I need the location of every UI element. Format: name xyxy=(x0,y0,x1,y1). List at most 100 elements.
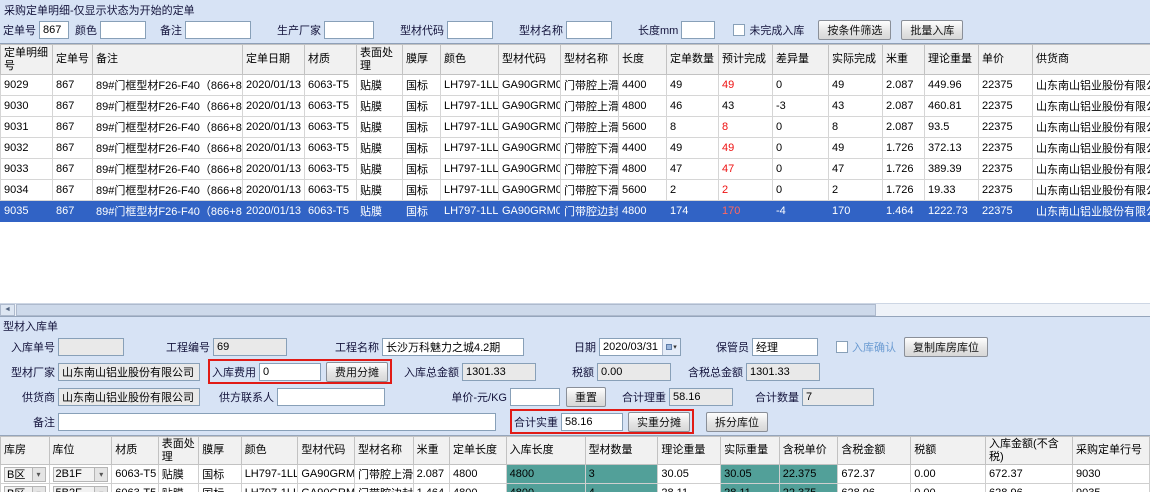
unit-price-input[interactable] xyxy=(510,388,560,406)
column-header[interactable]: 型材代码 xyxy=(298,437,355,465)
actual-weight-split-button[interactable]: 实重分摊 xyxy=(628,412,690,432)
reset-button[interactable]: 重置 xyxy=(566,387,606,407)
cell[interactable]: B区▾ xyxy=(1,484,50,492)
cell[interactable]: 30.05 xyxy=(658,465,721,484)
column-header[interactable]: 预计完成 xyxy=(719,45,773,75)
column-header[interactable]: 定单明细号 xyxy=(1,45,53,75)
cell[interactable]: 49 xyxy=(719,138,773,159)
inbound-confirm-checkbox[interactable] xyxy=(836,341,848,353)
column-header[interactable]: 型材数量 xyxy=(585,437,658,465)
supplier-contact-input[interactable] xyxy=(277,388,385,406)
cell[interactable]: 22375 xyxy=(979,180,1033,201)
cell[interactable]: 2020/01/13 xyxy=(243,117,305,138)
cell[interactable]: GA90GRM03 xyxy=(499,96,561,117)
filter-by-condition-button[interactable]: 按条件筛选 xyxy=(818,20,891,40)
cell[interactable]: 1.464 xyxy=(413,484,449,492)
cell[interactable]: 4 xyxy=(585,484,658,492)
cell[interactable]: 国标 xyxy=(403,75,441,96)
order-no-input[interactable] xyxy=(39,21,69,39)
cell[interactable]: GA90GRM04 xyxy=(499,138,561,159)
cell[interactable]: 山东南山铝业股份有限公司 xyxy=(1033,117,1150,138)
cell[interactable]: 4800 xyxy=(619,201,667,222)
cell[interactable]: 贴膜 xyxy=(357,75,403,96)
combo-select[interactable]: 2B1F▾ xyxy=(53,467,109,482)
cell[interactable]: 8 xyxy=(719,117,773,138)
cell[interactable]: 89#门框型材F26-F40（866+867） xyxy=(93,138,243,159)
table-row[interactable]: B区▾2B1F▾6063-T5贴膜国标LH797-1LL0GA90GRM03门带… xyxy=(1,465,1150,484)
cell[interactable]: 49 xyxy=(667,138,719,159)
cell[interactable]: B区▾ xyxy=(1,465,50,484)
cell[interactable]: 4800 xyxy=(619,96,667,117)
cell[interactable]: 山东南山铝业股份有限公司 xyxy=(1033,138,1150,159)
cell[interactable]: 9034 xyxy=(1,180,53,201)
column-header[interactable]: 型材名称 xyxy=(354,437,413,465)
chevron-down-icon[interactable]: ▾ xyxy=(94,468,107,481)
cell[interactable]: 9030 xyxy=(1,96,53,117)
cell[interactable]: 6063-T5 xyxy=(305,138,357,159)
cell[interactable]: 5600 xyxy=(619,117,667,138)
cell[interactable]: 贴膜 xyxy=(357,117,403,138)
cell[interactable]: 贴膜 xyxy=(357,159,403,180)
cell[interactable]: 9030 xyxy=(1073,465,1150,484)
cell[interactable]: 0 xyxy=(773,117,829,138)
cell[interactable]: 门带腔下滑 xyxy=(561,138,619,159)
cell[interactable]: 89#门框型材F26-F40（866+867） xyxy=(93,75,243,96)
cell[interactable]: 43 xyxy=(719,96,773,117)
cell[interactable]: GA90GRM05 xyxy=(499,201,561,222)
cell[interactable]: 4800 xyxy=(506,465,585,484)
cell[interactable]: GA90GRM03 xyxy=(298,465,355,484)
column-header[interactable]: 供货商 xyxy=(1033,45,1150,75)
cell[interactable]: 4400 xyxy=(619,138,667,159)
chevron-down-icon[interactable]: ▾ xyxy=(32,468,45,481)
project-no-input[interactable] xyxy=(213,338,287,356)
cell[interactable]: 30.05 xyxy=(721,465,780,484)
manufacturer-input[interactable] xyxy=(324,21,374,39)
cell[interactable]: 国标 xyxy=(403,96,441,117)
cell[interactable]: 170 xyxy=(719,201,773,222)
horizontal-scrollbar[interactable]: ◄ xyxy=(0,303,1150,316)
table-row[interactable]: 903286789#门框型材F26-F40（866+867）2020/01/13… xyxy=(1,138,1150,159)
cell[interactable]: 山东南山铝业股份有限公司 xyxy=(1033,159,1150,180)
cell[interactable]: 4800 xyxy=(450,465,507,484)
column-header[interactable]: 膜厚 xyxy=(403,45,441,75)
cell[interactable]: 门带腔上滑 xyxy=(561,75,619,96)
column-header[interactable]: 颜色 xyxy=(241,437,298,465)
cell[interactable]: 28.11 xyxy=(658,484,721,492)
column-header[interactable]: 材质 xyxy=(305,45,357,75)
cell[interactable]: 门带腔上滑 xyxy=(354,465,413,484)
cell[interactable]: 6063-T5 xyxy=(305,75,357,96)
column-header[interactable]: 库位 xyxy=(49,437,112,465)
cell[interactable]: 0 xyxy=(773,180,829,201)
cell[interactable]: 867 xyxy=(53,180,93,201)
cell[interactable]: 6063-T5 xyxy=(305,96,357,117)
cell[interactable]: LH797-1LL0 xyxy=(441,96,499,117)
cell[interactable]: 3 xyxy=(585,465,658,484)
cell[interactable]: 贴膜 xyxy=(357,180,403,201)
cell[interactable]: 贴膜 xyxy=(357,201,403,222)
cell[interactable]: LH797-1LL0 xyxy=(441,117,499,138)
cell[interactable]: 2.087 xyxy=(883,75,925,96)
cell[interactable]: 0 xyxy=(773,138,829,159)
table-row[interactable]: 903386789#门框型材F26-F40（866+867）2020/01/13… xyxy=(1,159,1150,180)
cell[interactable]: 门带腔边封 xyxy=(354,484,413,492)
column-header[interactable]: 实际重量 xyxy=(721,437,780,465)
column-header[interactable]: 含税金额 xyxy=(838,437,911,465)
cell[interactable]: 93.5 xyxy=(925,117,979,138)
column-header[interactable]: 表面处理 xyxy=(357,45,403,75)
cell[interactable]: 2.087 xyxy=(413,465,449,484)
cell[interactable]: 9031 xyxy=(1,117,53,138)
cell[interactable]: 贴膜 xyxy=(357,138,403,159)
cell[interactable]: 49 xyxy=(829,138,883,159)
cell[interactable]: 山东南山铝业股份有限公司 xyxy=(1033,180,1150,201)
cell[interactable]: 门带腔下滑 xyxy=(561,159,619,180)
cell[interactable]: 8 xyxy=(829,117,883,138)
tax-total-input[interactable] xyxy=(746,363,820,381)
cell[interactable]: 1.726 xyxy=(883,159,925,180)
cell[interactable]: 49 xyxy=(667,75,719,96)
profile-name-filter-input[interactable] xyxy=(566,21,612,39)
cell[interactable]: 贴膜 xyxy=(158,484,198,492)
unfinished-inbound-checkbox[interactable] xyxy=(733,24,745,36)
cell[interactable]: 2020/01/13 xyxy=(243,96,305,117)
column-header[interactable]: 长度 xyxy=(619,45,667,75)
cell[interactable]: 672.37 xyxy=(986,465,1073,484)
